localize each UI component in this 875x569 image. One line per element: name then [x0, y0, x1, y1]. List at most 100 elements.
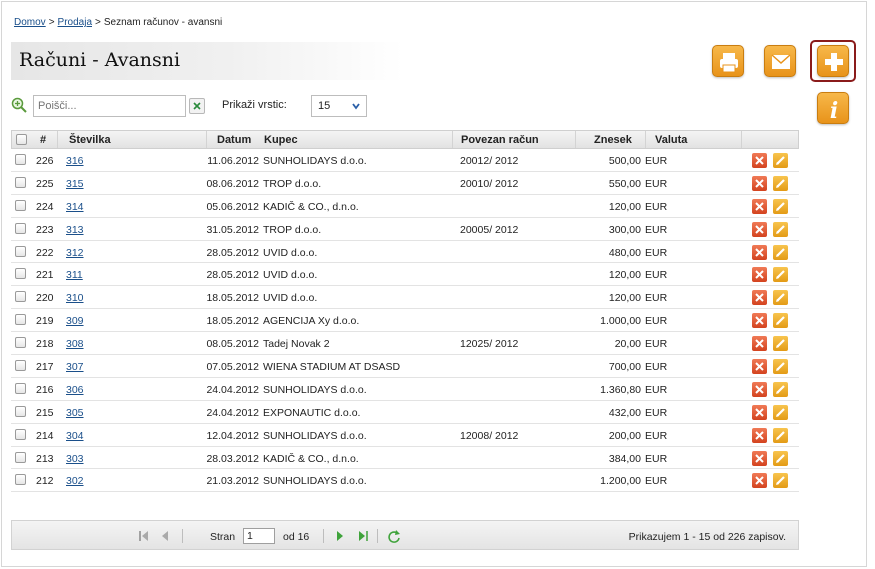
- delete-button[interactable]: [752, 404, 767, 420]
- delete-icon: [755, 408, 764, 417]
- edit-button[interactable]: [773, 404, 788, 420]
- edit-button[interactable]: [773, 198, 788, 214]
- table-row[interactable]: 215 305 24.04.2012 EXPONAUTIC d.o.o. 432,00 E…: [11, 400, 799, 424]
- printer-icon: [720, 53, 738, 73]
- breadcrumb-sales-link[interactable]: Prodaja: [58, 17, 92, 28]
- invoice-currency: EUR: [645, 269, 668, 282]
- delete-button[interactable]: [752, 381, 767, 397]
- svg-text:i: i: [830, 98, 838, 124]
- breadcrumb-home-link[interactable]: Domov: [14, 17, 46, 28]
- column-divider: [57, 131, 58, 148]
- page-count-label: od 16: [283, 531, 310, 543]
- table-row[interactable]: 224 314 05.06.2012 KADIČ & CO., d.n.o. 120,0…: [11, 194, 799, 218]
- column-header-amount[interactable]: Znesek: [594, 134, 632, 146]
- delete-icon: [755, 316, 764, 325]
- invoice-amount: 550,00: [608, 177, 641, 190]
- delete-button[interactable]: [752, 359, 767, 375]
- edit-button[interactable]: [773, 473, 788, 489]
- table-row[interactable]: 223 313 31.05.2012 TROP d.o.o. 20005/ 2012 30…: [11, 217, 799, 241]
- delete-icon: [755, 362, 764, 371]
- delete-button[interactable]: [752, 313, 767, 329]
- table-row[interactable]: 226 316 11.06.2012 SUNHOLIDAYS d.o.o. 20012/…: [11, 149, 799, 172]
- add-button-highlight: [810, 40, 856, 82]
- pencil-icon: [776, 408, 785, 417]
- add-button[interactable]: [817, 45, 849, 77]
- pager-separator: [323, 529, 324, 543]
- delete-button[interactable]: [752, 153, 767, 168]
- column-header-id[interactable]: #: [40, 134, 46, 146]
- rows-per-page-value: 15: [318, 100, 331, 112]
- delete-button[interactable]: [752, 198, 767, 214]
- chevron-down-icon: [352, 103, 360, 110]
- invoice-currency: EUR: [645, 429, 668, 442]
- edit-button[interactable]: [773, 313, 788, 329]
- column-header-currency[interactable]: Valuta: [655, 134, 687, 146]
- rows-per-page-select[interactable]: 15: [311, 95, 367, 117]
- delete-button[interactable]: [752, 473, 767, 489]
- table-row[interactable]: 216 306 24.04.2012 SUNHOLIDAYS d.o.o. 1.360,…: [11, 377, 799, 401]
- table-row[interactable]: 214 304 12.04.2012 SUNHOLIDAYS d.o.o. 12008/…: [11, 423, 799, 447]
- pencil-icon: [776, 453, 785, 463]
- edit-button[interactable]: [773, 267, 788, 283]
- page-number-input[interactable]: 1: [243, 528, 275, 544]
- pencil-icon: [776, 316, 785, 326]
- delete-button[interactable]: [752, 244, 767, 260]
- previous-page-icon[interactable]: [160, 529, 170, 543]
- edit-button[interactable]: [773, 290, 788, 306]
- delete-icon: [755, 156, 764, 165]
- edit-button[interactable]: [773, 175, 788, 191]
- edit-button[interactable]: [773, 244, 788, 260]
- search-icon[interactable]: [11, 97, 27, 113]
- edit-button[interactable]: [773, 336, 788, 352]
- table-row[interactable]: 222 312 28.05.2012 UVID d.o.o. 480,00 EUR: [11, 240, 799, 264]
- first-page-icon[interactable]: [138, 529, 150, 543]
- edit-button[interactable]: [773, 359, 788, 375]
- edit-button[interactable]: [773, 221, 788, 237]
- search-input[interactable]: [33, 95, 186, 117]
- edit-button[interactable]: [773, 450, 788, 466]
- delete-button[interactable]: [752, 175, 767, 191]
- envelope-icon: [771, 54, 791, 69]
- next-page-icon[interactable]: [335, 529, 345, 543]
- invoice-amount: 500,00: [608, 155, 641, 167]
- select-all-checkbox[interactable]: [16, 134, 27, 145]
- refresh-icon[interactable]: [387, 529, 401, 543]
- column-divider: [575, 131, 576, 148]
- column-header-customer[interactable]: Kupec: [264, 134, 298, 146]
- print-button[interactable]: [712, 45, 744, 77]
- table-row[interactable]: 212 302 21.03.2012 SUNHOLIDAYS d.o.o. 1.200,…: [11, 469, 799, 493]
- edit-button[interactable]: [773, 153, 788, 168]
- delete-button[interactable]: [752, 267, 767, 283]
- table-row[interactable]: 220 310 18.05.2012 UVID d.o.o. 120,00 EUR: [11, 286, 799, 310]
- column-divider: [645, 131, 646, 148]
- column-divider: [206, 131, 207, 148]
- column-header-linked-invoice[interactable]: Povezan račun: [461, 134, 539, 146]
- invoice-currency: EUR: [645, 177, 668, 190]
- table-row[interactable]: 219 309 18.05.2012 AGENCIJA Xy d.o.o. 1.000,…: [11, 309, 799, 333]
- table-row[interactable]: 217 307 07.05.2012 WIENA STADIUM AT DSASD 70…: [11, 355, 799, 378]
- invoice-currency: EUR: [645, 361, 668, 374]
- delete-button[interactable]: [752, 290, 767, 306]
- edit-button[interactable]: [773, 427, 788, 443]
- clear-search-button[interactable]: [189, 98, 205, 114]
- table-row[interactable]: 213 303 28.03.2012 KADIČ & CO., d.n.o. 384,0…: [11, 446, 799, 470]
- email-button[interactable]: [764, 45, 796, 77]
- table-row[interactable]: 218 308 08.05.2012 Tadej Novak 2 12025/ 2012…: [11, 332, 799, 356]
- delete-icon: [755, 430, 764, 440]
- table-row[interactable]: 221 311 28.05.2012 UVID d.o.o. 120,00 EUR: [11, 263, 799, 287]
- column-header-number[interactable]: Številka: [69, 134, 111, 146]
- last-page-icon[interactable]: [357, 529, 369, 543]
- delete-button[interactable]: [752, 450, 767, 466]
- table-row[interactable]: 225 315 08.06.2012 TROP d.o.o. 20010/ 2012 55…: [11, 171, 799, 195]
- delete-button[interactable]: [752, 336, 767, 352]
- title-bar: Računi - Avansni: [11, 42, 403, 80]
- info-button[interactable]: i: [817, 92, 849, 124]
- page-frame: Domov > Prodaja > Seznam računov - avansni R…: [1, 1, 867, 567]
- pencil-icon: [776, 430, 785, 440]
- pencil-icon: [776, 293, 785, 303]
- pencil-icon: [776, 476, 785, 486]
- edit-button[interactable]: [773, 381, 788, 397]
- column-header-date[interactable]: Datum: [217, 134, 251, 146]
- delete-button[interactable]: [752, 427, 767, 443]
- delete-button[interactable]: [752, 221, 767, 237]
